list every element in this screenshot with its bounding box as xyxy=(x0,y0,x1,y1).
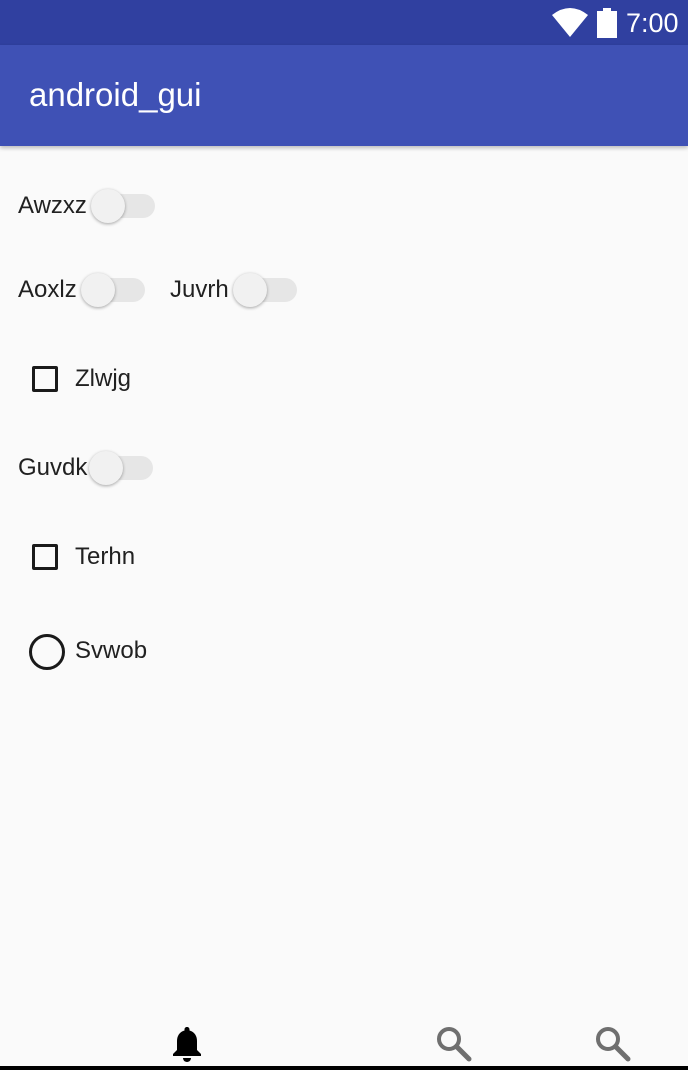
switch-thumb xyxy=(233,273,267,307)
bell-icon[interactable] xyxy=(171,1026,203,1067)
switch-thumb xyxy=(89,451,123,485)
switch-juvrh[interactable] xyxy=(233,273,301,309)
switch-guvdk[interactable] xyxy=(89,451,157,487)
search-icon[interactable] xyxy=(436,1026,472,1067)
radio-label-svwob[interactable]: Svwob xyxy=(75,636,147,666)
bottom-navigation xyxy=(0,1016,688,1066)
status-time: 7:00 xyxy=(626,8,679,38)
switch-awzxz[interactable] xyxy=(91,189,159,225)
battery-icon xyxy=(597,8,617,43)
wifi-icon xyxy=(552,7,588,42)
switch-thumb xyxy=(91,189,125,223)
switch-label-juvrh: Juvrh xyxy=(170,276,229,303)
screen-bottom-edge xyxy=(0,1066,688,1070)
switch-label-aoxlz: Aoxlz xyxy=(18,276,77,303)
radio-svwob[interactable] xyxy=(29,634,65,670)
switch-label-guvdk: Guvdk xyxy=(18,454,88,481)
checkbox-label-terhn[interactable]: Terhn xyxy=(75,542,135,572)
checkbox-terhn[interactable] xyxy=(32,544,58,570)
switch-label-awzxz: Awzxz xyxy=(18,192,87,219)
switch-aoxlz[interactable] xyxy=(81,273,149,309)
checkbox-label-zlwjg[interactable]: Zlwjg xyxy=(75,364,131,394)
switch-thumb xyxy=(81,273,115,307)
app-title: android_gui xyxy=(29,76,202,113)
status-bar: 7:00 xyxy=(0,0,688,45)
search-icon[interactable] xyxy=(595,1026,631,1067)
app-bar: android_gui xyxy=(0,45,688,146)
form-content: Awzxz Aoxlz Juvrh Zlwjg Guvdk Terhn Svwo… xyxy=(0,146,688,1016)
checkbox-zlwjg[interactable] xyxy=(32,366,58,392)
